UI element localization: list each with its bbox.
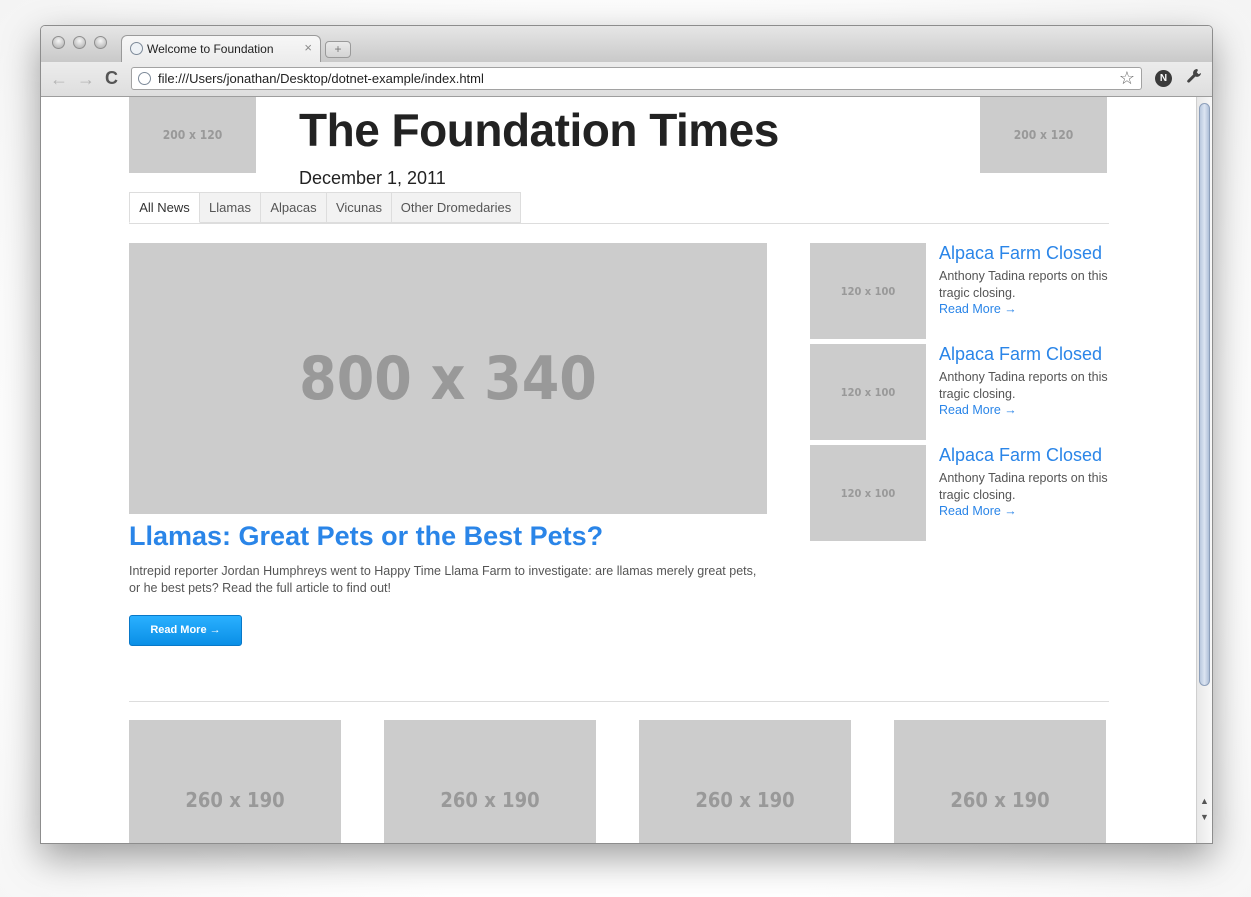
close-icon[interactable]: × bbox=[304, 40, 312, 55]
browser-window: Welcome to Foundation × + ← → C file:///… bbox=[40, 25, 1213, 844]
page-viewport: 200 x 120 The Foundation Times December … bbox=[41, 97, 1212, 843]
minimize-window-button[interactable] bbox=[73, 36, 86, 49]
browser-toolbar: ← → C file:///Users/jonathan/Desktop/dot… bbox=[41, 62, 1212, 97]
new-tab-button[interactable]: + bbox=[325, 41, 351, 58]
side-story-title[interactable]: Alpaca Farm Closed bbox=[939, 243, 1102, 264]
zoom-window-button[interactable] bbox=[94, 36, 107, 49]
scroll-up-arrow-icon[interactable]: ▲ bbox=[1200, 796, 1209, 806]
back-arrow-icon[interactable]: ← bbox=[50, 69, 68, 90]
title-bar: Welcome to Foundation × + bbox=[41, 26, 1212, 62]
side-story-image[interactable]: 120 x 100 bbox=[810, 243, 926, 339]
side-story-image[interactable]: 120 x 100 bbox=[810, 445, 926, 541]
globe-icon bbox=[130, 42, 143, 55]
thumbnail-image[interactable]: 260 x 190 bbox=[384, 720, 596, 843]
thumbnail-image[interactable]: 260 x 190 bbox=[129, 720, 341, 843]
extension-n-icon[interactable]: N bbox=[1155, 70, 1172, 87]
side-story-image[interactable]: 120 x 100 bbox=[810, 344, 926, 440]
globe-icon bbox=[138, 72, 151, 85]
site-title: The Foundation Times bbox=[299, 104, 779, 156]
tab-title: Welcome to Foundation bbox=[147, 42, 274, 56]
wrench-icon[interactable] bbox=[1185, 67, 1203, 90]
side-story-text: Anthony Tadina reports on this tragic cl… bbox=[939, 269, 1108, 300]
side-story-read-more-link[interactable]: Read More → bbox=[939, 302, 1017, 316]
tab-all-news[interactable]: All News bbox=[129, 192, 200, 223]
side-story-text: Anthony Tadina reports on this tragic cl… bbox=[939, 370, 1108, 401]
side-story-text: Anthony Tadina reports on this tragic cl… bbox=[939, 471, 1108, 502]
thumbnail-image[interactable]: 260 x 190 bbox=[894, 720, 1106, 843]
reload-icon[interactable]: C bbox=[105, 68, 118, 89]
side-story-title[interactable]: Alpaca Farm Closed bbox=[939, 445, 1102, 466]
bookmark-star-icon[interactable]: ☆ bbox=[1119, 68, 1135, 89]
feature-summary: Intrepid reporter Jordan Humphreys went … bbox=[129, 564, 757, 595]
tab-alpacas[interactable]: Alpacas bbox=[261, 192, 327, 223]
category-tabs: All News Llamas Alpacas Vicunas Other Dr… bbox=[129, 192, 1109, 224]
side-story-title[interactable]: Alpaca Farm Closed bbox=[939, 344, 1102, 365]
url-text[interactable]: file:///Users/jonathan/Desktop/dotnet-ex… bbox=[158, 71, 484, 86]
close-window-button[interactable] bbox=[52, 36, 65, 49]
vertical-scrollbar[interactable]: ▲ ▼ bbox=[1196, 97, 1212, 843]
section-divider bbox=[129, 701, 1109, 702]
ad-banner-right[interactable]: 200 x 120 bbox=[980, 97, 1107, 173]
scroll-down-arrow-icon[interactable]: ▼ bbox=[1200, 812, 1209, 822]
thumbnail-image[interactable]: 260 x 190 bbox=[639, 720, 851, 843]
ad-banner-left[interactable]: 200 x 120 bbox=[129, 97, 256, 173]
scrollbar-thumb[interactable] bbox=[1199, 103, 1210, 686]
page-date: December 1, 2011 bbox=[299, 168, 446, 188]
feature-image[interactable]: 800 x 340 bbox=[129, 243, 767, 514]
tab-vicunas[interactable]: Vicunas bbox=[327, 192, 392, 223]
forward-arrow-icon[interactable]: → bbox=[77, 69, 95, 90]
browser-tab[interactable]: Welcome to Foundation × bbox=[121, 35, 321, 62]
feature-headline[interactable]: Llamas: Great Pets or the Best Pets? bbox=[129, 521, 603, 552]
read-more-button[interactable]: Read More → bbox=[129, 615, 242, 646]
tab-llamas[interactable]: Llamas bbox=[200, 192, 261, 223]
tab-other-dromedaries[interactable]: Other Dromedaries bbox=[392, 192, 521, 223]
side-story-read-more-link[interactable]: Read More → bbox=[939, 403, 1017, 417]
address-bar[interactable]: file:///Users/jonathan/Desktop/dotnet-ex… bbox=[131, 67, 1142, 90]
side-story-read-more-link[interactable]: Read More → bbox=[939, 504, 1017, 518]
wrench-icon-svg bbox=[1187, 69, 1201, 83]
